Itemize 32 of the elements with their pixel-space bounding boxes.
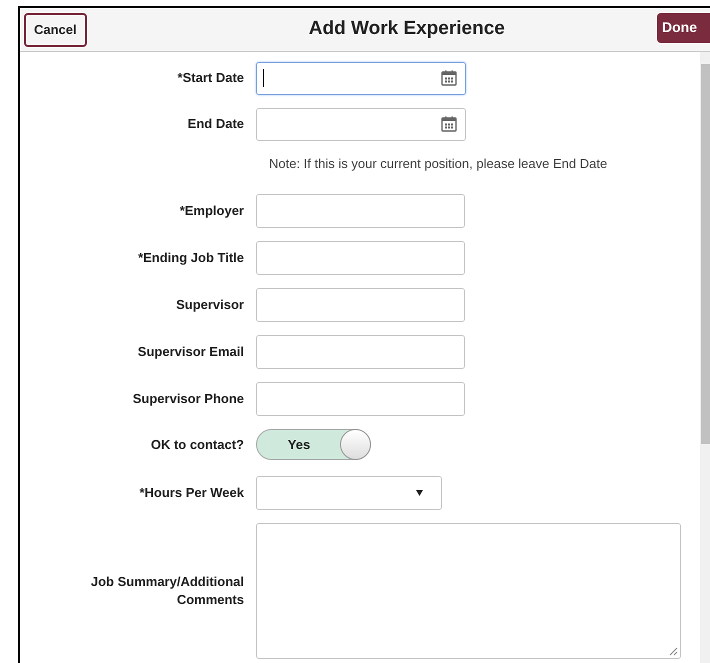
text-field[interactable] <box>256 194 465 228</box>
dropdown-field[interactable] <box>256 476 442 510</box>
field-label: Supervisor <box>176 296 244 314</box>
text-field[interactable] <box>256 335 465 369</box>
cancel-button[interactable]: Cancel <box>24 12 87 46</box>
field-label: *Employer <box>180 202 244 220</box>
field-label: *Start Date <box>178 69 244 88</box>
dialog-title: Add Work Experience <box>308 17 505 42</box>
field-label: OK to contact? <box>150 436 244 454</box>
field-label: Supervisor Email <box>138 343 244 362</box>
text-field[interactable] <box>256 241 465 275</box>
toggle-switch[interactable]: Yes <box>256 429 371 460</box>
field-label: *Hours Per Week <box>139 484 244 502</box>
field-label: End Date <box>188 115 244 134</box>
done-button[interactable]: Done <box>657 12 710 42</box>
scrollbar-thumb[interactable] <box>701 64 710 444</box>
text-cursor <box>263 69 264 87</box>
note-text: Note: If this is your current position, please leave End Date <box>269 155 608 174</box>
date-field[interactable] <box>256 62 466 94</box>
field-label: Supervisor Phone <box>132 390 244 408</box>
date-field[interactable] <box>256 108 466 140</box>
text-field[interactable] <box>256 288 465 322</box>
text-field[interactable] <box>256 382 465 416</box>
scrollbar[interactable] <box>700 52 710 663</box>
comments-field[interactable] <box>256 523 681 659</box>
field-label: Job Summary/Additional Comments <box>90 573 244 609</box>
calendar-icon[interactable] <box>441 116 457 132</box>
caret-icon <box>416 490 423 496</box>
calendar-icon[interactable] <box>441 70 457 86</box>
toggle-knob[interactable] <box>340 429 371 460</box>
field-label: *Ending Job Title <box>138 249 244 268</box>
resize-handle-icon[interactable] <box>669 647 678 656</box>
